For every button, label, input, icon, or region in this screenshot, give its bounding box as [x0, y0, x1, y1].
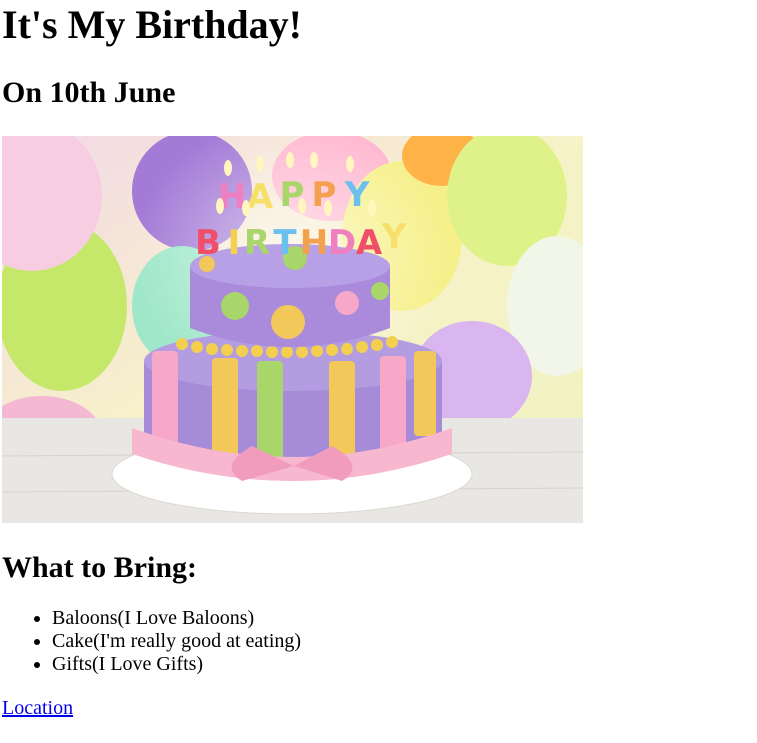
date-heading: On 10th June: [2, 76, 176, 109]
svg-text:A: A: [247, 177, 274, 217]
location-link[interactable]: Location: [2, 697, 73, 720]
birthday-cake-image: H A P P Y B I R T H D A Y: [2, 136, 583, 523]
svg-text:I: I: [228, 223, 241, 263]
svg-text:R: R: [244, 223, 270, 263]
svg-text:D: D: [328, 223, 356, 263]
what-to-bring-heading: What to Bring:: [2, 551, 197, 584]
svg-text:Y: Y: [381, 217, 407, 257]
svg-text:B: B: [195, 223, 221, 263]
svg-text:A: A: [356, 223, 383, 263]
list-item: Gifts(I Love Gifts): [52, 653, 755, 676]
svg-text:P: P: [312, 175, 337, 215]
page-title: It's My Birthday!: [2, 2, 302, 47]
svg-text:H: H: [300, 223, 328, 263]
page: It's My Birthday! On 10th June H A P P Y…: [0, 0, 757, 720]
list-item: Cake(I'm really good at eating): [52, 630, 755, 653]
bring-list: Baloons(I Love Baloons) Cake(I'm really …: [2, 607, 755, 676]
list-item: Baloons(I Love Baloons): [52, 607, 755, 630]
svg-text:T: T: [273, 223, 297, 263]
svg-text:Y: Y: [344, 175, 370, 215]
